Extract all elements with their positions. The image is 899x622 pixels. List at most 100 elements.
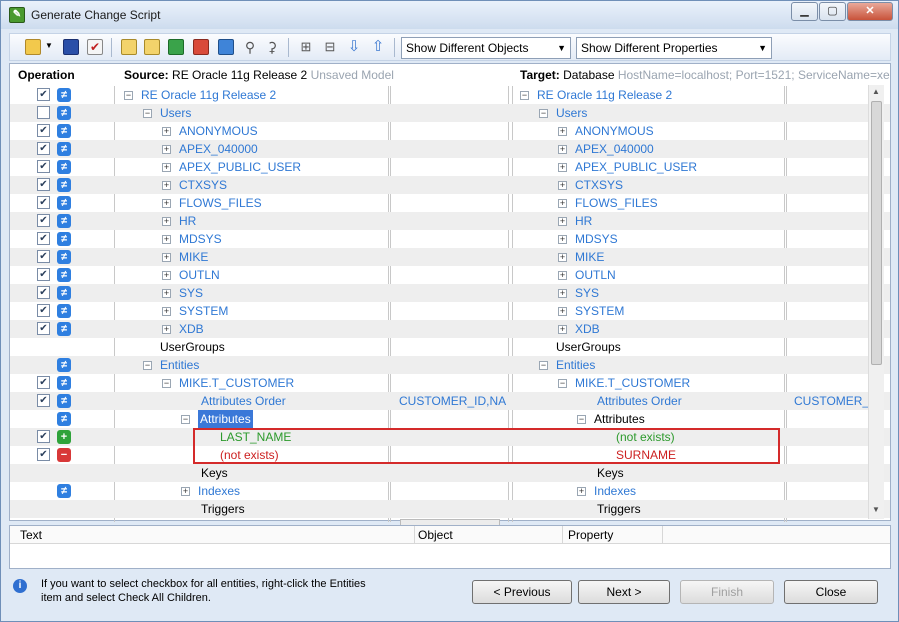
row-checkbox[interactable]: ✔ [37,394,50,407]
maximize-button[interactable]: ▢ [819,2,846,21]
close-button[interactable]: Close [784,580,878,604]
table-row[interactable]: ✔ ≠ + XDB + XDB [10,320,890,338]
row-checkbox[interactable]: ✔ [37,322,50,335]
expand-icon[interactable]: + [162,235,171,244]
expand-icon[interactable]: + [558,145,567,154]
target-node-label[interactable]: Keys [597,464,624,482]
expand-icon[interactable]: + [558,181,567,190]
row-checkbox[interactable]: ✔ [37,232,50,245]
collapse-icon[interactable]: − [539,109,548,118]
table-row[interactable]: ≠ − Attributes − Attributes [10,410,890,428]
table-row[interactable]: ✔ ≠ + ANONYMOUS + ANONYMOUS [10,122,890,140]
target-node-label[interactable]: CTXSYS [575,176,623,194]
filter-icon[interactable]: ⚲ [242,39,258,55]
collapse-icon[interactable]: − [539,361,548,370]
source-node-label[interactable]: Users [160,104,191,122]
save-script-check-icon[interactable]: ✔ [87,39,103,55]
table-row[interactable]: ✔ ≠ − MIKE.T_CUSTOMER − MIKE.T_CUSTOMER [10,374,890,392]
row-checkbox[interactable]: ✔ [37,178,50,191]
row-checkbox[interactable]: ✔ [37,268,50,281]
open-dropdown-arrow-icon[interactable]: ▼ [45,41,53,50]
finish-button[interactable]: Finish [680,580,774,604]
table-row[interactable]: ✔ ≠ + SYS + SYS [10,284,890,302]
target-node-label[interactable]: MIKE.T_CUSTOMER [575,374,690,392]
target-node-label[interactable]: Users [556,104,587,122]
expand-icon[interactable]: + [162,307,171,316]
table-row[interactable]: ✔ ≠ − RE Oracle 11g Release 2− RE Oracle 11g… [10,86,890,104]
scroll-down-icon[interactable]: ▼ [872,505,880,514]
collapse-icon[interactable]: − [577,415,586,424]
expand-icon[interactable]: + [558,325,567,334]
table-row[interactable]: ✔ ≠ + SYSTEM + SYSTEM [10,302,890,320]
expand-icon[interactable]: + [162,181,171,190]
table-row[interactable]: UserGroups UserGroups [10,338,890,356]
previous-difference-icon[interactable]: ⇧ [370,39,386,55]
source-node-label[interactable]: Triggers [201,500,245,518]
source-node-label[interactable]: Entities [160,356,199,374]
target-node-label[interactable]: UserGroups [556,338,621,356]
source-node-label[interactable]: MIKE [179,248,208,266]
collapse-icon[interactable]: − [181,415,190,424]
target-node-label[interactable]: ANONYMOUS [575,122,654,140]
source-node-label[interactable]: CTXSYS [179,176,227,194]
row-checkbox[interactable]: ✔ [37,196,50,209]
collapse-icon[interactable]: − [558,379,567,388]
row-checkbox[interactable]: ✔ [37,142,50,155]
sync-icon[interactable] [218,39,234,55]
expand-icon[interactable]: + [162,289,171,298]
target-node-label[interactable]: MIKE [575,248,604,266]
source-node-label[interactable]: FLOWS_FILES [179,194,262,212]
row-checkbox[interactable]: ✔ [37,250,50,263]
target-node-label[interactable]: Indexes [594,482,636,500]
show-properties-combo[interactable]: Show Different Properties ▼ [576,37,772,59]
collapse-tree-icon[interactable]: ⊟ [322,39,338,55]
source-node-label[interactable]: XDB [179,320,204,338]
previous-button[interactable]: < Previous [472,580,572,604]
row-checkbox[interactable]: ✔ [37,214,50,227]
expand-icon[interactable]: + [162,253,171,262]
target-node-label[interactable]: APEX_040000 [575,140,654,158]
table-row[interactable]: ✔ ≠ + HR + HR [10,212,890,230]
expand-icon[interactable]: + [558,271,567,280]
expand-icon[interactable]: + [558,289,567,298]
source-node-label[interactable]: Indexes [198,482,240,500]
expand-icon[interactable]: + [558,253,567,262]
table-row[interactable]: ✔ ≠ + MDSYS + MDSYS [10,230,890,248]
table-row[interactable]: ≠ − Entities − Entities [10,356,890,374]
source-node-label[interactable]: MDSYS [179,230,222,248]
show-objects-combo[interactable]: Show Different Objects ▼ [401,37,571,59]
expand-icon[interactable]: + [162,325,171,334]
target-node-label[interactable]: XDB [575,320,600,338]
target-node-label[interactable]: Triggers [597,500,641,518]
source-node-label[interactable]: APEX_040000 [179,140,258,158]
source-node-label[interactable]: Attributes Order [201,392,286,410]
table-row[interactable]: ✔ ≠ + APEX_040000 + APEX_040000 [10,140,890,158]
compare-alt-icon[interactable] [144,39,160,55]
table-row[interactable]: ✔ ≠ + OUTLN + OUTLN [10,266,890,284]
target-node-label[interactable]: FLOWS_FILES [575,194,658,212]
table-row[interactable]: ✔ ≠ Attributes Order CUSTOMER_ID,NA... Attri… [10,392,890,410]
expand-icon[interactable]: + [558,235,567,244]
merge-right-icon[interactable] [168,39,184,55]
next-difference-icon[interactable]: ⇩ [346,39,362,55]
target-node-label[interactable]: HR [575,212,592,230]
expand-icon[interactable]: + [162,217,171,226]
expand-tree-icon[interactable]: ⊞ [298,39,314,55]
row-checkbox[interactable]: ✔ [37,430,50,443]
col-object-header[interactable]: Object [418,528,453,542]
target-node-label[interactable]: SYSTEM [575,302,624,320]
source-node-label[interactable]: OUTLN [179,266,220,284]
expand-icon[interactable]: + [162,271,171,280]
expand-icon[interactable]: + [558,199,567,208]
table-row[interactable]: Keys Keys [10,464,890,482]
scroll-thumb[interactable] [871,101,882,365]
table-row[interactable]: ✔ ≠ + CTXSYS + CTXSYS [10,176,890,194]
target-node-label[interactable]: Entities [556,356,595,374]
table-row[interactable]: ✔ ≠ + MIKE + MIKE [10,248,890,266]
filter-clear-icon[interactable]: ⚳ [264,39,280,55]
expand-icon[interactable]: + [162,127,171,136]
source-node-label[interactable]: Attributes [198,410,253,428]
open-folder-icon[interactable] [25,39,41,55]
collapse-icon[interactable]: − [520,91,529,100]
save-icon[interactable] [63,39,79,55]
